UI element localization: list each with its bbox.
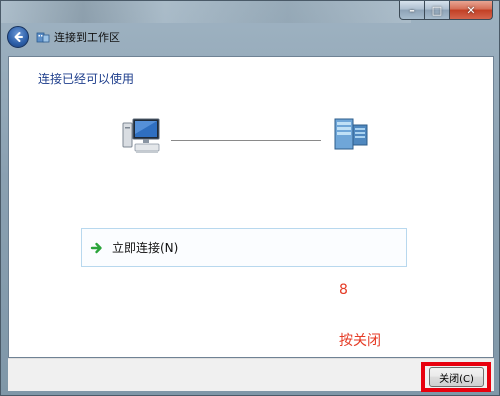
maximize-button[interactable]: □ <box>425 1 450 20</box>
server-icon <box>334 118 368 150</box>
page-title: 连接已经可以使用 <box>38 72 135 86</box>
back-button[interactable] <box>7 26 29 48</box>
back-arrow-icon <box>14 32 23 42</box>
window-title: 连接到工作区 <box>54 31 120 44</box>
instruction-annotation: 按关闭 <box>339 333 381 349</box>
close-window-button[interactable]: ✕ <box>450 1 493 20</box>
step-number-annotation: 8 <box>339 282 348 298</box>
close-button[interactable]: 关闭(C) <box>429 367 484 387</box>
window-frame: – □ ✕ 连接到工作区 连接已经可以使用 立即连接(N) 8 按关闭 关闭(C… <box>0 0 500 396</box>
minimize-button[interactable]: – <box>399 1 425 20</box>
green-arrow-icon <box>90 242 102 253</box>
workplace-icon <box>36 32 50 43</box>
nav-bar: 连接到工作区 <box>7 25 120 49</box>
title-bar[interactable] <box>1 1 411 23</box>
connection-line <box>171 140 321 141</box>
minimize-icon: – <box>409 3 415 17</box>
maximize-icon: □ <box>431 3 443 17</box>
main-content: 连接已经可以使用 立即连接(N) 8 按关闭 <box>8 56 494 358</box>
close-icon: ✕ <box>466 3 476 17</box>
computer-icon <box>122 118 160 153</box>
caption-buttons: – □ ✕ <box>399 1 493 20</box>
connect-now-option[interactable]: 立即连接(N) <box>81 228 407 267</box>
connect-now-label: 立即连接(N) <box>112 241 179 255</box>
